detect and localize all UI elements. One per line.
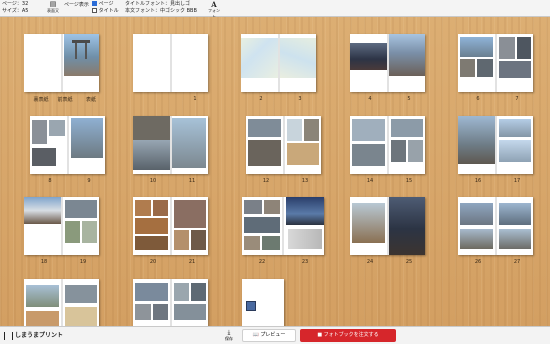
spread-4-5[interactable] xyxy=(350,34,425,92)
page-checkbox[interactable] xyxy=(92,1,97,6)
font-icon: A xyxy=(211,0,217,9)
spread-2-3[interactable] xyxy=(241,34,316,92)
title-checkbox[interactable] xyxy=(92,8,97,13)
top-toolbar: ページ：32 サイズ：A5 ▤ 表面又 ページ表示 ページ タイトル タイトルフ… xyxy=(0,0,550,19)
label-page-12: 12 xyxy=(262,178,270,184)
label-page-10: 10 xyxy=(149,178,157,184)
label-page-1: 1 xyxy=(193,96,197,102)
label-page-25: 25 xyxy=(405,259,413,265)
label-spine: 前表紙 xyxy=(57,97,73,103)
save-button[interactable]: ⤓ 保存 xyxy=(222,329,236,342)
body-font-info: 本文フォント：中ゴシック BBB xyxy=(125,8,197,14)
zebra-logo-icon xyxy=(4,331,13,340)
title-font-info: タイトルフォント：見出しゴ xyxy=(125,1,191,7)
brand-logo: しまうまプリント xyxy=(4,330,63,340)
spread-24-25[interactable] xyxy=(350,197,425,255)
download-icon: ⤓ xyxy=(227,329,231,336)
label-page-11: 11 xyxy=(188,178,196,184)
spread-30-31[interactable] xyxy=(133,279,208,326)
page-spread-grid: 裏表紙 前表紙 表紙 1 2 3 4 5 6 7 8 9 10 11 12 13… xyxy=(0,17,550,326)
spread-16-17[interactable] xyxy=(458,116,533,174)
label-page-9: 9 xyxy=(87,178,91,184)
order-photobook-button[interactable]: ■ フォトブックを注文する xyxy=(300,329,396,342)
spread-22-23[interactable] xyxy=(242,197,324,255)
label-page-24: 24 xyxy=(366,259,374,265)
spread-6-7[interactable] xyxy=(458,34,533,92)
label-page-17: 17 xyxy=(513,178,521,184)
page-count: ページ：32 xyxy=(2,1,29,7)
label-page-2: 2 xyxy=(259,96,263,102)
preview-button[interactable]: 📖 プレビュー xyxy=(242,329,296,342)
spread-20-21[interactable] xyxy=(133,197,208,255)
label-page-22: 22 xyxy=(258,259,266,265)
display-button[interactable]: ▤ 表面又 xyxy=(47,1,59,15)
spread-8-9[interactable] xyxy=(30,116,105,174)
book-size: サイズ：A5 xyxy=(2,8,29,14)
spread-18-19[interactable] xyxy=(24,197,99,255)
spread-14-15[interactable] xyxy=(350,116,425,174)
spread-32[interactable] xyxy=(242,279,284,326)
label-page-23: 23 xyxy=(301,259,309,265)
spread-1[interactable] xyxy=(133,34,208,92)
label-front-cover: 表紙 xyxy=(85,97,96,103)
label-back-cover: 裏表紙 xyxy=(33,97,49,103)
label-page-3: 3 xyxy=(298,96,302,102)
map-image xyxy=(241,38,278,78)
label-page-20: 20 xyxy=(149,259,157,265)
label-page-18: 18 xyxy=(40,259,48,265)
cart-icon: ■ xyxy=(317,332,323,338)
label-page-16: 16 xyxy=(474,178,482,184)
map-image xyxy=(280,38,316,78)
spread-28-29[interactable] xyxy=(24,279,99,326)
label-page-6: 6 xyxy=(476,96,480,102)
spread-12-13[interactable] xyxy=(246,116,321,174)
label-page-26: 26 xyxy=(474,259,482,265)
label-page-4: 4 xyxy=(368,96,372,102)
spread-10-11[interactable] xyxy=(133,116,208,174)
label-page-21: 21 xyxy=(188,259,196,265)
label-page-19: 19 xyxy=(79,259,87,265)
label-page-27: 27 xyxy=(513,259,521,265)
label-page-7: 7 xyxy=(515,96,519,102)
page-display-label: ページ表示 xyxy=(64,2,89,8)
book-icon: 📖 xyxy=(252,332,259,338)
label-page-8: 8 xyxy=(48,178,52,184)
font-button[interactable]: A フォント xyxy=(207,0,221,19)
spread-26-27[interactable] xyxy=(458,197,533,255)
title-checkbox-row[interactable]: タイトル xyxy=(92,8,119,14)
label-page-14: 14 xyxy=(366,178,374,184)
label-page-15: 15 xyxy=(405,178,413,184)
label-page-13: 13 xyxy=(301,178,309,184)
layout-icon: ▤ xyxy=(49,0,57,8)
label-page-5: 5 xyxy=(407,96,411,102)
page-checkbox-row[interactable]: ページ xyxy=(92,1,114,7)
spread-cover[interactable] xyxy=(24,34,99,92)
bottom-bar: しまうまプリント ⤓ 保存 📖 プレビュー ■ フォトブックを注文する xyxy=(0,326,550,344)
